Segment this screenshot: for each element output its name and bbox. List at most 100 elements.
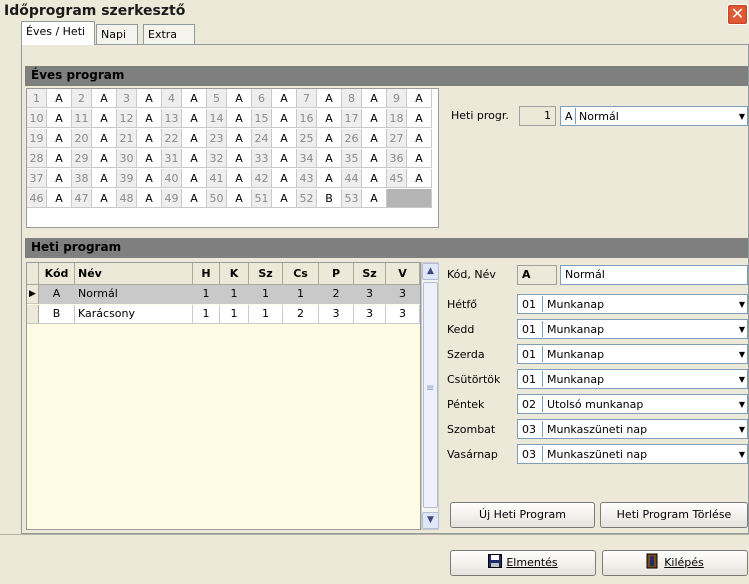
week-program-cell[interactable]: A [317, 149, 342, 168]
column-header[interactable]: V [386, 263, 420, 285]
week-program-cell[interactable]: A [92, 149, 117, 168]
week-program-cell[interactable]: A [92, 189, 117, 208]
weekly-table-scrollbar[interactable]: ▲ ≡ ▼ [421, 262, 439, 530]
table-row[interactable]: ▶ A Normál 1 1 1 1 2 3 3 [27, 285, 420, 305]
week-program-cell[interactable]: A [227, 149, 252, 168]
table-row[interactable]: B Karácsony 1 1 1 2 3 3 3 [27, 305, 420, 325]
week-program-cell[interactable]: A [137, 149, 162, 168]
week-program-cell[interactable]: A [272, 189, 297, 208]
week-program-cell[interactable]: A [47, 169, 72, 188]
week-program-cell[interactable]: A [227, 169, 252, 188]
week-program-cell[interactable]: A [272, 89, 297, 108]
column-header[interactable]: Sz [354, 263, 386, 285]
heti-progr-select[interactable]: A Normál ▼ [560, 106, 748, 126]
week-program-cell[interactable]: A [362, 189, 387, 208]
week-number: 37 [27, 169, 47, 188]
week-number: 51 [252, 189, 272, 208]
day-program-code: 03 [522, 448, 536, 461]
week-program-cell[interactable]: A [92, 129, 117, 148]
tab-eves-heti[interactable]: Éves / Heti [21, 21, 95, 45]
exit-button[interactable]: Kilépés [602, 550, 748, 576]
dropdown-arrow-icon[interactable]: ▼ [739, 112, 745, 121]
week-program-cell[interactable]: A [407, 149, 432, 168]
week-program-cell[interactable]: A [137, 169, 162, 188]
week-program-cell[interactable]: A [92, 169, 117, 188]
week-number: 13 [162, 109, 182, 128]
week-program-cell[interactable]: A [362, 149, 387, 168]
day-program-select[interactable]: 03 Munkaszüneti nap ▼ [517, 419, 748, 439]
dropdown-arrow-icon[interactable]: ▼ [739, 325, 745, 334]
combo-separator [542, 421, 543, 437]
dropdown-arrow-icon[interactable]: ▼ [739, 425, 745, 434]
week-program-cell[interactable]: A [272, 129, 297, 148]
week-program-cell[interactable]: A [227, 89, 252, 108]
week-program-cell[interactable]: A [317, 169, 342, 188]
scroll-up-icon[interactable]: ▲ [422, 263, 439, 280]
week-program-cell[interactable]: A [182, 189, 207, 208]
week-program-cell[interactable]: A [137, 89, 162, 108]
week-program-cell[interactable]: A [317, 129, 342, 148]
column-header[interactable]: Kód [39, 263, 75, 285]
dropdown-arrow-icon[interactable]: ▼ [739, 350, 745, 359]
day-program-select[interactable]: 01 Munkanap ▼ [517, 369, 748, 389]
week-program-cell[interactable]: A [272, 109, 297, 128]
week-program-cell[interactable]: A [317, 109, 342, 128]
new-weekly-program-button[interactable]: Új Heti Program [450, 502, 595, 528]
column-header[interactable]: Cs [283, 263, 319, 285]
week-program-cell[interactable]: A [272, 169, 297, 188]
week-program-cell[interactable]: A [47, 109, 72, 128]
week-program-cell[interactable]: A [137, 189, 162, 208]
day-program-select[interactable]: 01 Munkanap ▼ [517, 319, 748, 339]
close-icon[interactable]: ✕ [727, 4, 748, 25]
week-program-cell[interactable]: A [182, 149, 207, 168]
week-program-cell[interactable]: B [317, 189, 342, 208]
week-program-cell[interactable]: A [182, 169, 207, 188]
column-header[interactable]: Név [75, 263, 193, 285]
scroll-thumb[interactable] [423, 282, 438, 508]
dropdown-arrow-icon[interactable]: ▼ [739, 300, 745, 309]
week-program-cell[interactable]: A [227, 129, 252, 148]
dropdown-arrow-icon[interactable]: ▼ [739, 400, 745, 409]
week-program-cell[interactable]: A [92, 109, 117, 128]
week-program-cell[interactable]: A [407, 169, 432, 188]
column-header[interactable]: H [193, 263, 220, 285]
day-program-select[interactable]: 03 Munkaszüneti nap ▼ [517, 444, 748, 464]
tab-extra[interactable]: Extra [143, 24, 195, 45]
week-program-cell[interactable]: A [407, 129, 432, 148]
week-program-cell[interactable]: A [317, 89, 342, 108]
week-program-cell[interactable]: A [362, 109, 387, 128]
week-program-cell[interactable]: A [227, 189, 252, 208]
week-number: 9 [387, 89, 407, 108]
save-button[interactable]: Elmentés [450, 550, 596, 576]
week-program-cell[interactable]: A [47, 149, 72, 168]
day-program-select[interactable]: 01 Munkanap ▼ [517, 344, 748, 364]
day-program-select[interactable]: 02 Utolsó munkanap ▼ [517, 394, 748, 414]
week-program-cell[interactable]: A [47, 129, 72, 148]
week-program-cell[interactable]: A [407, 89, 432, 108]
week-program-cell[interactable]: A [362, 169, 387, 188]
week-program-cell[interactable]: A [182, 89, 207, 108]
week-program-cell[interactable]: A [407, 109, 432, 128]
week-program-cell[interactable]: A [182, 129, 207, 148]
week-program-cell[interactable]: A [137, 129, 162, 148]
week-program-cell[interactable]: A [362, 129, 387, 148]
delete-weekly-program-button[interactable]: Heti Program Törlése [600, 502, 748, 528]
week-program-cell[interactable]: A [47, 189, 72, 208]
week-program-cell[interactable]: A [227, 109, 252, 128]
week-program-cell[interactable]: A [47, 89, 72, 108]
week-program-cell[interactable]: A [137, 109, 162, 128]
tab-napi[interactable]: Napi [96, 24, 138, 45]
dropdown-arrow-icon[interactable]: ▼ [739, 375, 745, 384]
week-program-cell[interactable]: A [272, 149, 297, 168]
dropdown-arrow-icon[interactable]: ▼ [739, 450, 745, 459]
nev-field[interactable]: Normál [560, 265, 748, 285]
save-button-label: Elmentés [506, 556, 558, 569]
week-program-cell[interactable]: A [362, 89, 387, 108]
day-program-select[interactable]: 01 Munkanap ▼ [517, 294, 748, 314]
column-header[interactable]: Sz [249, 263, 283, 285]
scroll-down-icon[interactable]: ▼ [422, 512, 439, 529]
column-header[interactable]: K [220, 263, 249, 285]
week-program-cell[interactable]: A [182, 109, 207, 128]
week-program-cell[interactable]: A [92, 89, 117, 108]
column-header[interactable]: P [319, 263, 354, 285]
